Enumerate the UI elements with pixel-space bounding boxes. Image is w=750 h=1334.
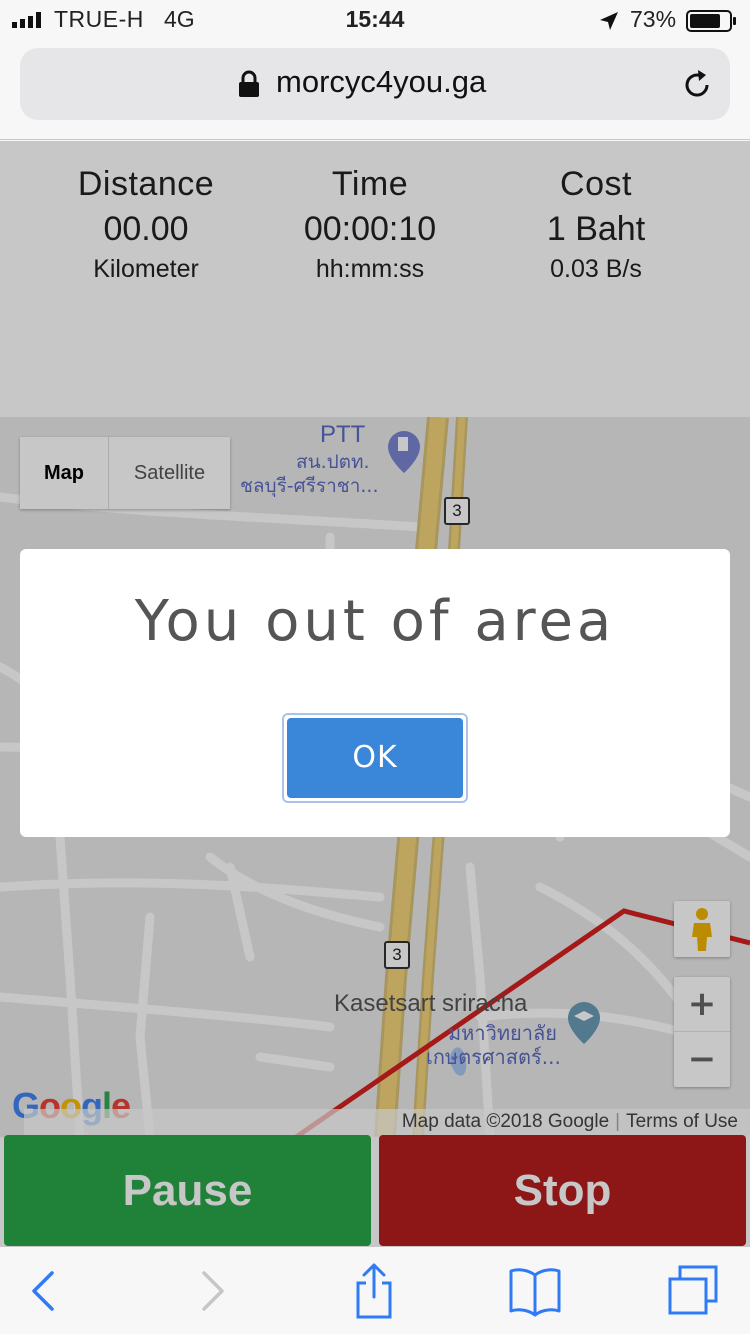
alert-message: You out of area — [134, 589, 616, 654]
ok-button[interactable]: OK — [282, 713, 468, 803]
browser-toolbar — [0, 1246, 750, 1334]
ok-button-label: OK — [287, 718, 463, 798]
location-arrow-icon — [600, 12, 618, 30]
battery-percent: 73% — [630, 6, 677, 32]
bookmarks-icon[interactable] — [505, 1263, 565, 1319]
reload-icon[interactable] — [680, 68, 714, 102]
share-icon[interactable] — [344, 1263, 404, 1319]
web-content: Distance 00.00 Kilometer Time 00:00:10 h… — [0, 141, 750, 1246]
address-bar[interactable]: morcyc4you.ga — [20, 48, 730, 120]
forward-icon[interactable] — [182, 1263, 242, 1319]
url-text[interactable]: morcyc4you.ga — [276, 64, 486, 100]
browser-address-area: morcyc4you.ga — [0, 40, 750, 140]
status-bar: TRUE-H 4G 15:44 73% — [0, 0, 750, 40]
tabs-icon[interactable] — [664, 1263, 724, 1319]
battery-icon — [686, 10, 736, 32]
lock-icon — [239, 70, 259, 97]
back-icon[interactable] — [14, 1263, 74, 1319]
alert-dialog: You out of area OK — [20, 549, 730, 837]
